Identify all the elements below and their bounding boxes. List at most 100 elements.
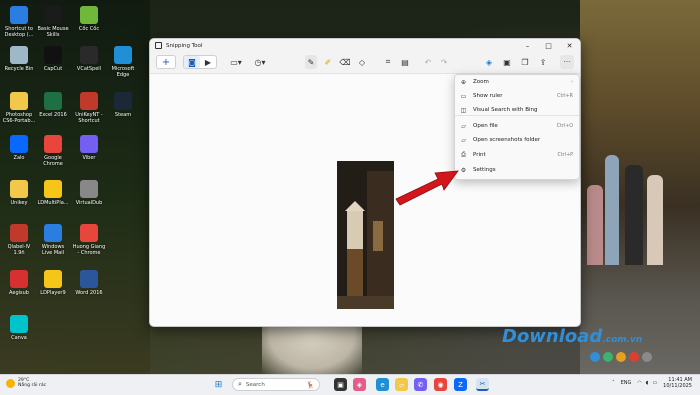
- desktop-icon[interactable]: Basic Mouse Skills: [36, 6, 70, 38]
- gear-icon: [80, 180, 98, 198]
- watermark: Download.com.vn: [502, 326, 643, 347]
- task-view-icon[interactable]: ▣: [334, 378, 347, 391]
- search-highlight-icon: 🦌: [306, 380, 315, 389]
- minimize-button[interactable]: –: [517, 39, 538, 52]
- highlighter-icon[interactable]: ✐: [322, 55, 334, 69]
- ballpoint-pen-icon[interactable]: ✎: [305, 55, 317, 69]
- undo-icon[interactable]: ↶: [422, 55, 434, 69]
- edge-taskbar-icon[interactable]: e: [376, 378, 389, 391]
- desktop-icon[interactable]: UniKeyNT - Shortcut: [72, 92, 106, 124]
- chrome-taskbar-icon[interactable]: ◉: [434, 378, 447, 391]
- snipping-tool-taskbar-icon[interactable]: ✂: [476, 378, 489, 391]
- chevron-up-icon[interactable]: ˄: [612, 380, 615, 386]
- desktop-icon-label: Excel 2016: [39, 112, 67, 118]
- menu-item-open-screenshots-folder[interactable]: ▱ Open screenshots folder: [455, 133, 579, 147]
- desktop-icon[interactable]: Microsoft Edge: [106, 46, 140, 78]
- copy-icon[interactable]: ❐: [519, 55, 531, 69]
- desktop-icon-label: Basic Mouse Skills: [37, 26, 69, 38]
- menu-item-show-ruler[interactable]: ▭ Show ruler Ctrl+R: [455, 89, 579, 103]
- desktop-icon-label: Cốc Cốc: [78, 26, 100, 32]
- desktop-icon[interactable]: Windows Live Mail: [36, 224, 70, 256]
- desktop-icon[interactable]: Word 2016: [72, 270, 106, 296]
- desktop-icon[interactable]: VirtualDub: [72, 180, 106, 206]
- desktop-icon-label: VirtualDub: [75, 200, 103, 206]
- desktop-icon[interactable]: Huong Giang - Chrome: [72, 224, 106, 256]
- delay-timer-dropdown-icon[interactable]: ◷▾: [250, 55, 270, 69]
- video-mode-icon[interactable]: ▶: [200, 58, 216, 67]
- desktop-icon-label: Word 2016: [75, 290, 103, 296]
- share-icon[interactable]: ⇪: [537, 55, 549, 69]
- print-icon: ⎙: [461, 151, 466, 158]
- text-actions-icon[interactable]: ▤: [399, 55, 411, 69]
- system-tray: ˄ ENG ◠ ◖ ▭ 11:41 AM 10/11/2025: [612, 377, 692, 389]
- desktop-icon[interactable]: CapCut: [36, 46, 70, 72]
- word-icon: [80, 270, 98, 288]
- menu-item-print[interactable]: ⎙ Print Ctrl+P: [455, 148, 579, 162]
- desktop-icon-label: Windows Live Mail: [41, 244, 65, 256]
- weather-widget[interactable]: 29°C Nắng rải rác: [6, 378, 46, 388]
- wifi-icon[interactable]: ◠: [637, 380, 641, 386]
- coccoc-icon: [80, 6, 98, 24]
- crop-icon[interactable]: ⌗: [382, 55, 394, 69]
- desktop-icon-label: Canva: [11, 335, 27, 341]
- save-icon[interactable]: ▣: [501, 55, 513, 69]
- desktop-icon-label: Photoshop CS6-Portab...: [2, 112, 36, 124]
- shapes-icon[interactable]: ◇: [356, 55, 368, 69]
- desktop-icon[interactable]: Shortcut to Desktop (...: [2, 6, 36, 38]
- menu-item-settings[interactable]: ⚙ Settings: [455, 163, 579, 177]
- menu-item-zoom[interactable]: ⊕ Zoom ›: [455, 75, 579, 89]
- copilot-taskbar-icon[interactable]: ◈: [353, 378, 366, 391]
- maximize-button[interactable]: □: [538, 39, 559, 52]
- volume-icon[interactable]: ◖: [646, 380, 649, 386]
- desktop-icon[interactable]: Zalo: [2, 135, 36, 161]
- see-more-button[interactable]: ···: [560, 55, 574, 69]
- recycle-bin-icon: [10, 46, 28, 64]
- snip-shape-dropdown-icon[interactable]: ▭▾: [226, 55, 246, 69]
- desktop-icon[interactable]: Recycle Bin: [2, 46, 36, 72]
- snipping-tool-app-icon: [155, 42, 162, 49]
- file-explorer-icon[interactable]: ▱: [395, 378, 408, 391]
- folder-icon: ▱: [461, 136, 466, 144]
- desktop-icon[interactable]: Aegisub: [2, 270, 36, 296]
- desktop-icon[interactable]: Canva: [2, 315, 36, 341]
- desktop-icon-label: LDPlayer9: [40, 290, 66, 296]
- desktop-icon[interactable]: LDMultiPla...: [36, 180, 70, 206]
- desktop-icon-label: Qlabel-IV 1.9ñ: [7, 244, 31, 256]
- desktop-icon[interactable]: Cốc Cốc: [72, 6, 106, 32]
- desktop-icon[interactable]: VCatSpell: [72, 46, 106, 72]
- desktop-icon[interactable]: Photoshop CS6-Portab...: [2, 92, 36, 124]
- edge-icon: [114, 46, 132, 64]
- mode-toggle: ◙ ▶: [183, 55, 217, 69]
- desktop-icon-label: Huong Giang - Chrome: [72, 244, 106, 256]
- battery-icon[interactable]: ▭: [652, 380, 657, 386]
- window-title: Snipping Tool: [166, 42, 203, 49]
- viber-taskbar-icon[interactable]: ✆: [414, 378, 427, 391]
- zalo-icon: [10, 135, 28, 153]
- title-bar[interactable]: Snipping Tool – □ ✕: [150, 39, 580, 52]
- desktop-icon[interactable]: Unikey: [2, 180, 36, 206]
- open-file-icon: ▱: [461, 122, 466, 130]
- screenshot-mode-icon[interactable]: ◙: [184, 56, 200, 68]
- desktop-icon[interactable]: Google Chrome: [36, 135, 70, 167]
- copilot-icon[interactable]: ◈: [483, 55, 495, 69]
- new-snip-button[interactable]: +: [156, 55, 176, 69]
- eraser-icon[interactable]: ⌫: [339, 55, 351, 69]
- desktop-icon-label: Steam: [114, 112, 132, 118]
- clock[interactable]: 11:41 AM 10/11/2025: [663, 377, 692, 389]
- redo-icon[interactable]: ↷: [438, 55, 450, 69]
- desktop-icon[interactable]: Excel 2016: [36, 92, 70, 118]
- close-button[interactable]: ✕: [559, 39, 580, 52]
- start-icon[interactable]: ⊞: [212, 378, 225, 391]
- desktop-icon[interactable]: LDPlayer9: [36, 270, 70, 296]
- search-box[interactable]: ⌕ Search 🦌: [232, 378, 320, 391]
- language-indicator[interactable]: ENG: [621, 380, 632, 386]
- desktop-icon[interactable]: Steam: [106, 92, 140, 118]
- ldmultiplayer-icon: [44, 180, 62, 198]
- folder-icon: [10, 92, 28, 110]
- menu-item-open-file[interactable]: ▱ Open file Ctrl+O: [455, 119, 579, 133]
- desktop-icon[interactable]: Qlabel-IV 1.9ñ: [2, 224, 36, 256]
- desktop-icon-label: Microsoft Edge: [111, 66, 135, 78]
- zalo-taskbar-icon[interactable]: Z: [454, 378, 467, 391]
- desktop-icon[interactable]: Viber: [72, 135, 106, 161]
- vcatspell-icon: [80, 46, 98, 64]
